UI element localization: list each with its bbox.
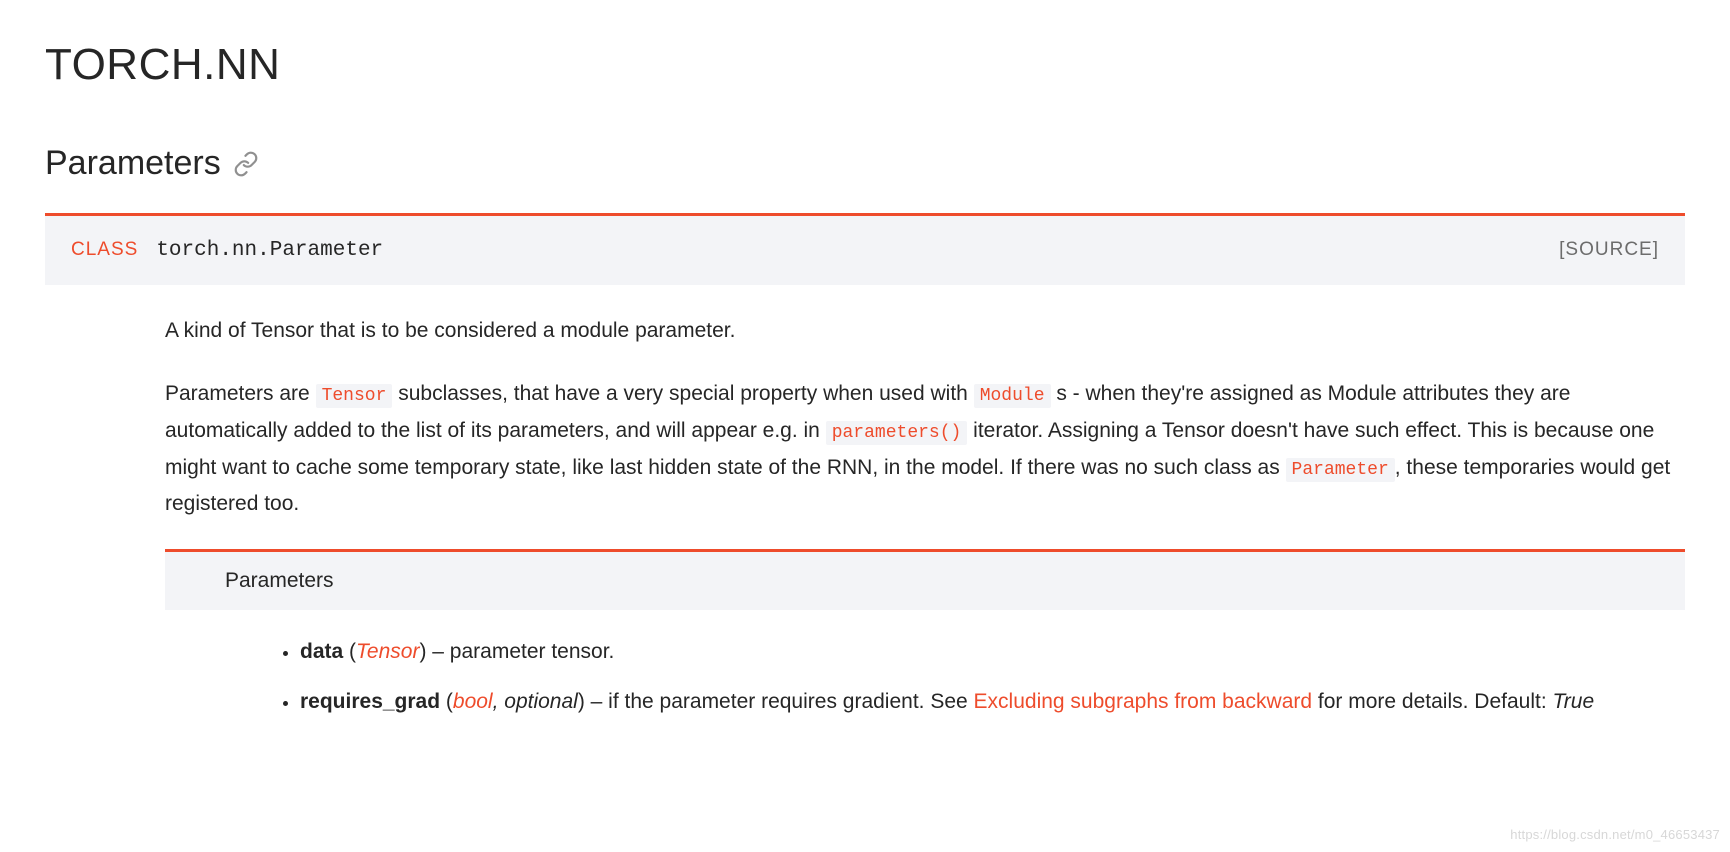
signature-left: CLASS torch.nn.Parameter — [71, 234, 383, 268]
class-keyword: CLASS — [71, 235, 138, 265]
section-heading: Parameters — [45, 136, 1685, 190]
text-segment: subclasses, that have a very special pro… — [392, 382, 973, 405]
text-segment: Parameters are — [165, 382, 316, 405]
code-ref-parameter-cls[interactable]: Parameter — [1286, 458, 1395, 482]
permalink-icon[interactable] — [233, 151, 259, 177]
param-type-link[interactable]: bool — [453, 690, 493, 713]
param-type-plain: , optional — [493, 690, 578, 713]
code-ref-module[interactable]: Module — [974, 384, 1051, 408]
param-desc: for more details. Default: — [1312, 690, 1552, 713]
page-title: TORCH.NN — [45, 30, 1685, 100]
section-heading-text: Parameters — [45, 136, 221, 190]
detail-paragraph: Parameters are Tensor subclasses, that h… — [165, 376, 1685, 523]
parameters-heading: Parameters — [165, 552, 1685, 610]
param-type-link[interactable]: Tensor — [356, 640, 419, 663]
source-link[interactable]: [SOURCE] — [1559, 235, 1659, 265]
text-segment: ) – — [578, 690, 608, 713]
class-body: A kind of Tensor that is to be considere… — [45, 285, 1685, 721]
intro-paragraph: A kind of Tensor that is to be considere… — [165, 313, 1685, 350]
param-name: data — [300, 640, 343, 663]
text-segment: ( — [343, 640, 356, 663]
class-fqname: torch.nn.Parameter — [156, 234, 383, 268]
text-segment: ) – — [419, 640, 449, 663]
class-definition: CLASS torch.nn.Parameter [SOURCE] A kind… — [45, 213, 1685, 721]
param-item-requires-grad: requires_grad (bool, optional) – if the … — [300, 684, 1685, 721]
param-item-data: data (Tensor) – parameter tensor. — [300, 634, 1685, 671]
param-default: True — [1553, 690, 1595, 713]
param-name: requires_grad — [300, 690, 440, 713]
watermark: https://blog.csdn.net/m0_46653437 — [1510, 825, 1720, 846]
excluding-subgraphs-link[interactable]: Excluding subgraphs from backward — [974, 690, 1313, 713]
parameter-list: data (Tensor) – parameter tensor. requir… — [165, 634, 1685, 722]
class-signature-row: CLASS torch.nn.Parameter [SOURCE] — [45, 216, 1685, 286]
text-segment: ( — [440, 690, 453, 713]
param-desc: parameter tensor. — [450, 640, 615, 663]
code-ref-parameters-fn[interactable]: parameters() — [826, 421, 968, 445]
code-ref-tensor[interactable]: Tensor — [316, 384, 393, 408]
parameters-block: Parameters data (Tensor) – parameter ten… — [165, 549, 1685, 721]
param-desc: if the parameter requires gradient. See — [608, 690, 973, 713]
